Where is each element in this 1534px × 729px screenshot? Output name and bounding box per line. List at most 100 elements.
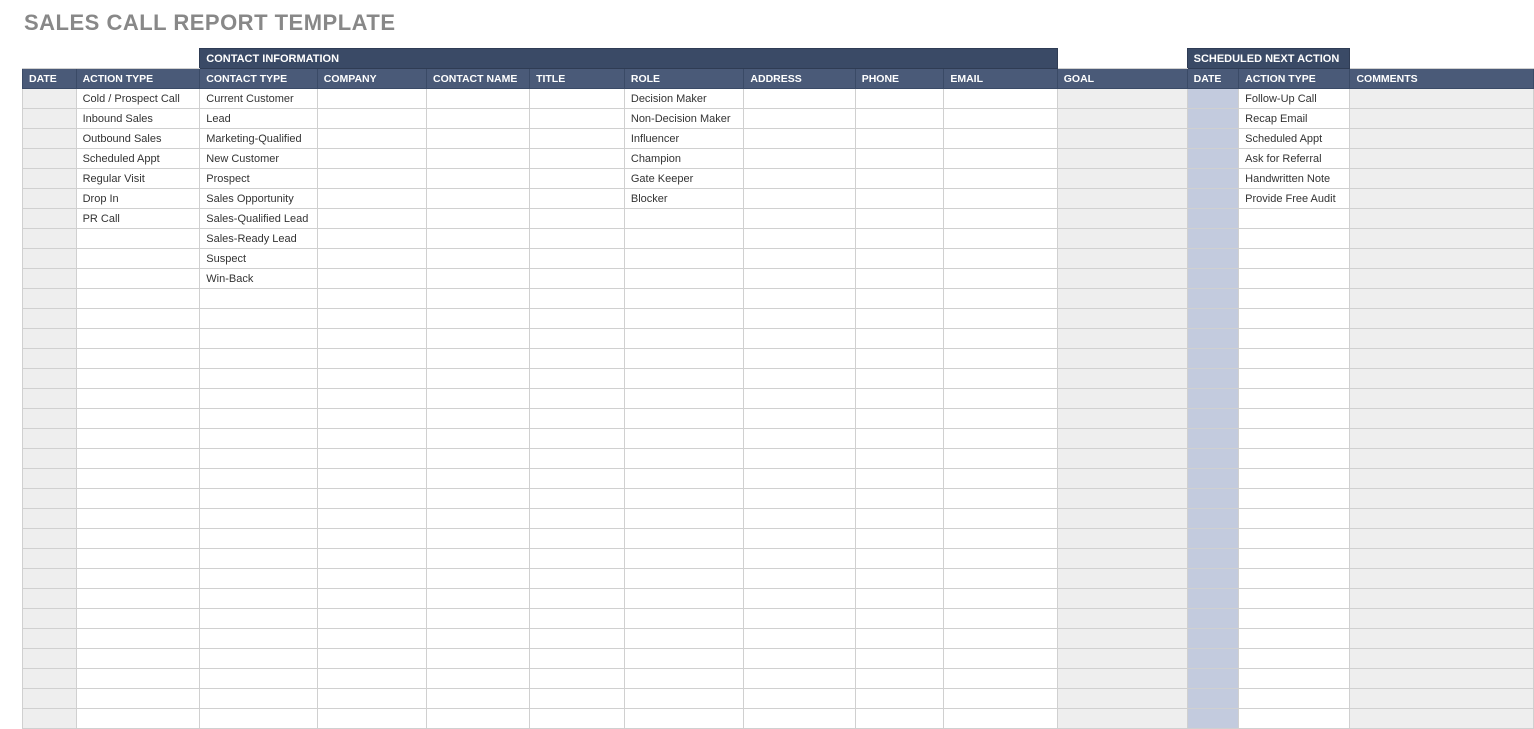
cell-comments[interactable] — [1350, 629, 1534, 649]
cell-contact_type[interactable] — [200, 629, 317, 649]
cell-action_type[interactable] — [76, 489, 200, 509]
cell-comments[interactable] — [1350, 529, 1534, 549]
cell-email[interactable] — [944, 89, 1057, 109]
cell-sna_action_type[interactable]: Recap Email — [1239, 109, 1350, 129]
cell-email[interactable] — [944, 109, 1057, 129]
cell-sna_action_type[interactable]: Handwritten Note — [1239, 169, 1350, 189]
cell-address[interactable] — [744, 89, 855, 109]
cell-address[interactable] — [744, 569, 855, 589]
cell-contact_type[interactable] — [200, 369, 317, 389]
cell-action_type[interactable] — [76, 309, 200, 329]
cell-email[interactable] — [944, 669, 1057, 689]
cell-company[interactable] — [317, 89, 426, 109]
cell-action_type[interactable]: Scheduled Appt — [76, 149, 200, 169]
cell-company[interactable] — [317, 369, 426, 389]
cell-phone[interactable] — [855, 529, 944, 549]
cell-email[interactable] — [944, 449, 1057, 469]
cell-company[interactable] — [317, 429, 426, 449]
cell-goal[interactable] — [1057, 529, 1187, 549]
cell-date[interactable] — [23, 649, 77, 669]
cell-sna_date[interactable] — [1187, 349, 1239, 369]
cell-contact_type[interactable]: New Customer — [200, 149, 317, 169]
cell-contact_type[interactable]: Marketing-Qualified — [200, 129, 317, 149]
cell-comments[interactable] — [1350, 489, 1534, 509]
cell-company[interactable] — [317, 149, 426, 169]
cell-address[interactable] — [744, 409, 855, 429]
cell-sna_date[interactable] — [1187, 209, 1239, 229]
cell-sna_action_type[interactable]: Follow-Up Call — [1239, 89, 1350, 109]
cell-goal[interactable] — [1057, 129, 1187, 149]
cell-sna_date[interactable] — [1187, 409, 1239, 429]
cell-goal[interactable] — [1057, 389, 1187, 409]
cell-goal[interactable] — [1057, 89, 1187, 109]
cell-contact_name[interactable] — [427, 189, 530, 209]
cell-action_type[interactable] — [76, 229, 200, 249]
cell-address[interactable] — [744, 189, 855, 209]
cell-action_type[interactable] — [76, 629, 200, 649]
cell-company[interactable] — [317, 229, 426, 249]
cell-action_type[interactable] — [76, 529, 200, 549]
cell-action_type[interactable] — [76, 549, 200, 569]
cell-role[interactable] — [624, 249, 744, 269]
cell-sna_action_type[interactable] — [1239, 489, 1350, 509]
cell-role[interactable] — [624, 389, 744, 409]
cell-address[interactable] — [744, 489, 855, 509]
cell-role[interactable] — [624, 549, 744, 569]
cell-comments[interactable] — [1350, 249, 1534, 269]
cell-email[interactable] — [944, 289, 1057, 309]
cell-goal[interactable] — [1057, 169, 1187, 189]
cell-address[interactable] — [744, 689, 855, 709]
cell-address[interactable] — [744, 349, 855, 369]
cell-sna_action_type[interactable] — [1239, 369, 1350, 389]
cell-contact_type[interactable] — [200, 429, 317, 449]
cell-goal[interactable] — [1057, 709, 1187, 729]
cell-sna_date[interactable] — [1187, 649, 1239, 669]
cell-phone[interactable] — [855, 489, 944, 509]
cell-comments[interactable] — [1350, 129, 1534, 149]
cell-sna_action_type[interactable] — [1239, 209, 1350, 229]
cell-title[interactable] — [530, 229, 625, 249]
cell-title[interactable] — [530, 309, 625, 329]
cell-sna_date[interactable] — [1187, 369, 1239, 389]
cell-contact_name[interactable] — [427, 389, 530, 409]
cell-role[interactable] — [624, 309, 744, 329]
cell-date[interactable] — [23, 549, 77, 569]
cell-comments[interactable] — [1350, 709, 1534, 729]
cell-action_type[interactable]: Inbound Sales — [76, 109, 200, 129]
cell-title[interactable] — [530, 509, 625, 529]
cell-goal[interactable] — [1057, 329, 1187, 349]
cell-sna_action_type[interactable] — [1239, 609, 1350, 629]
cell-contact_type[interactable] — [200, 309, 317, 329]
cell-email[interactable] — [944, 369, 1057, 389]
cell-goal[interactable] — [1057, 489, 1187, 509]
cell-goal[interactable] — [1057, 289, 1187, 309]
cell-address[interactable] — [744, 549, 855, 569]
cell-phone[interactable] — [855, 89, 944, 109]
cell-comments[interactable] — [1350, 569, 1534, 589]
cell-company[interactable] — [317, 489, 426, 509]
cell-goal[interactable] — [1057, 669, 1187, 689]
cell-date[interactable] — [23, 229, 77, 249]
cell-date[interactable] — [23, 289, 77, 309]
cell-email[interactable] — [944, 269, 1057, 289]
cell-goal[interactable] — [1057, 149, 1187, 169]
cell-email[interactable] — [944, 229, 1057, 249]
cell-company[interactable] — [317, 329, 426, 349]
cell-sna_action_type[interactable] — [1239, 629, 1350, 649]
cell-sna_date[interactable] — [1187, 429, 1239, 449]
cell-sna_date[interactable] — [1187, 629, 1239, 649]
cell-email[interactable] — [944, 689, 1057, 709]
cell-phone[interactable] — [855, 469, 944, 489]
cell-sna_date[interactable] — [1187, 549, 1239, 569]
cell-action_type[interactable] — [76, 569, 200, 589]
cell-role[interactable] — [624, 609, 744, 629]
cell-address[interactable] — [744, 429, 855, 449]
cell-title[interactable] — [530, 109, 625, 129]
cell-address[interactable] — [744, 629, 855, 649]
cell-comments[interactable] — [1350, 649, 1534, 669]
cell-date[interactable] — [23, 469, 77, 489]
cell-phone[interactable] — [855, 209, 944, 229]
cell-sna_action_type[interactable]: Provide Free Audit — [1239, 189, 1350, 209]
cell-sna_date[interactable] — [1187, 89, 1239, 109]
cell-action_type[interactable] — [76, 469, 200, 489]
